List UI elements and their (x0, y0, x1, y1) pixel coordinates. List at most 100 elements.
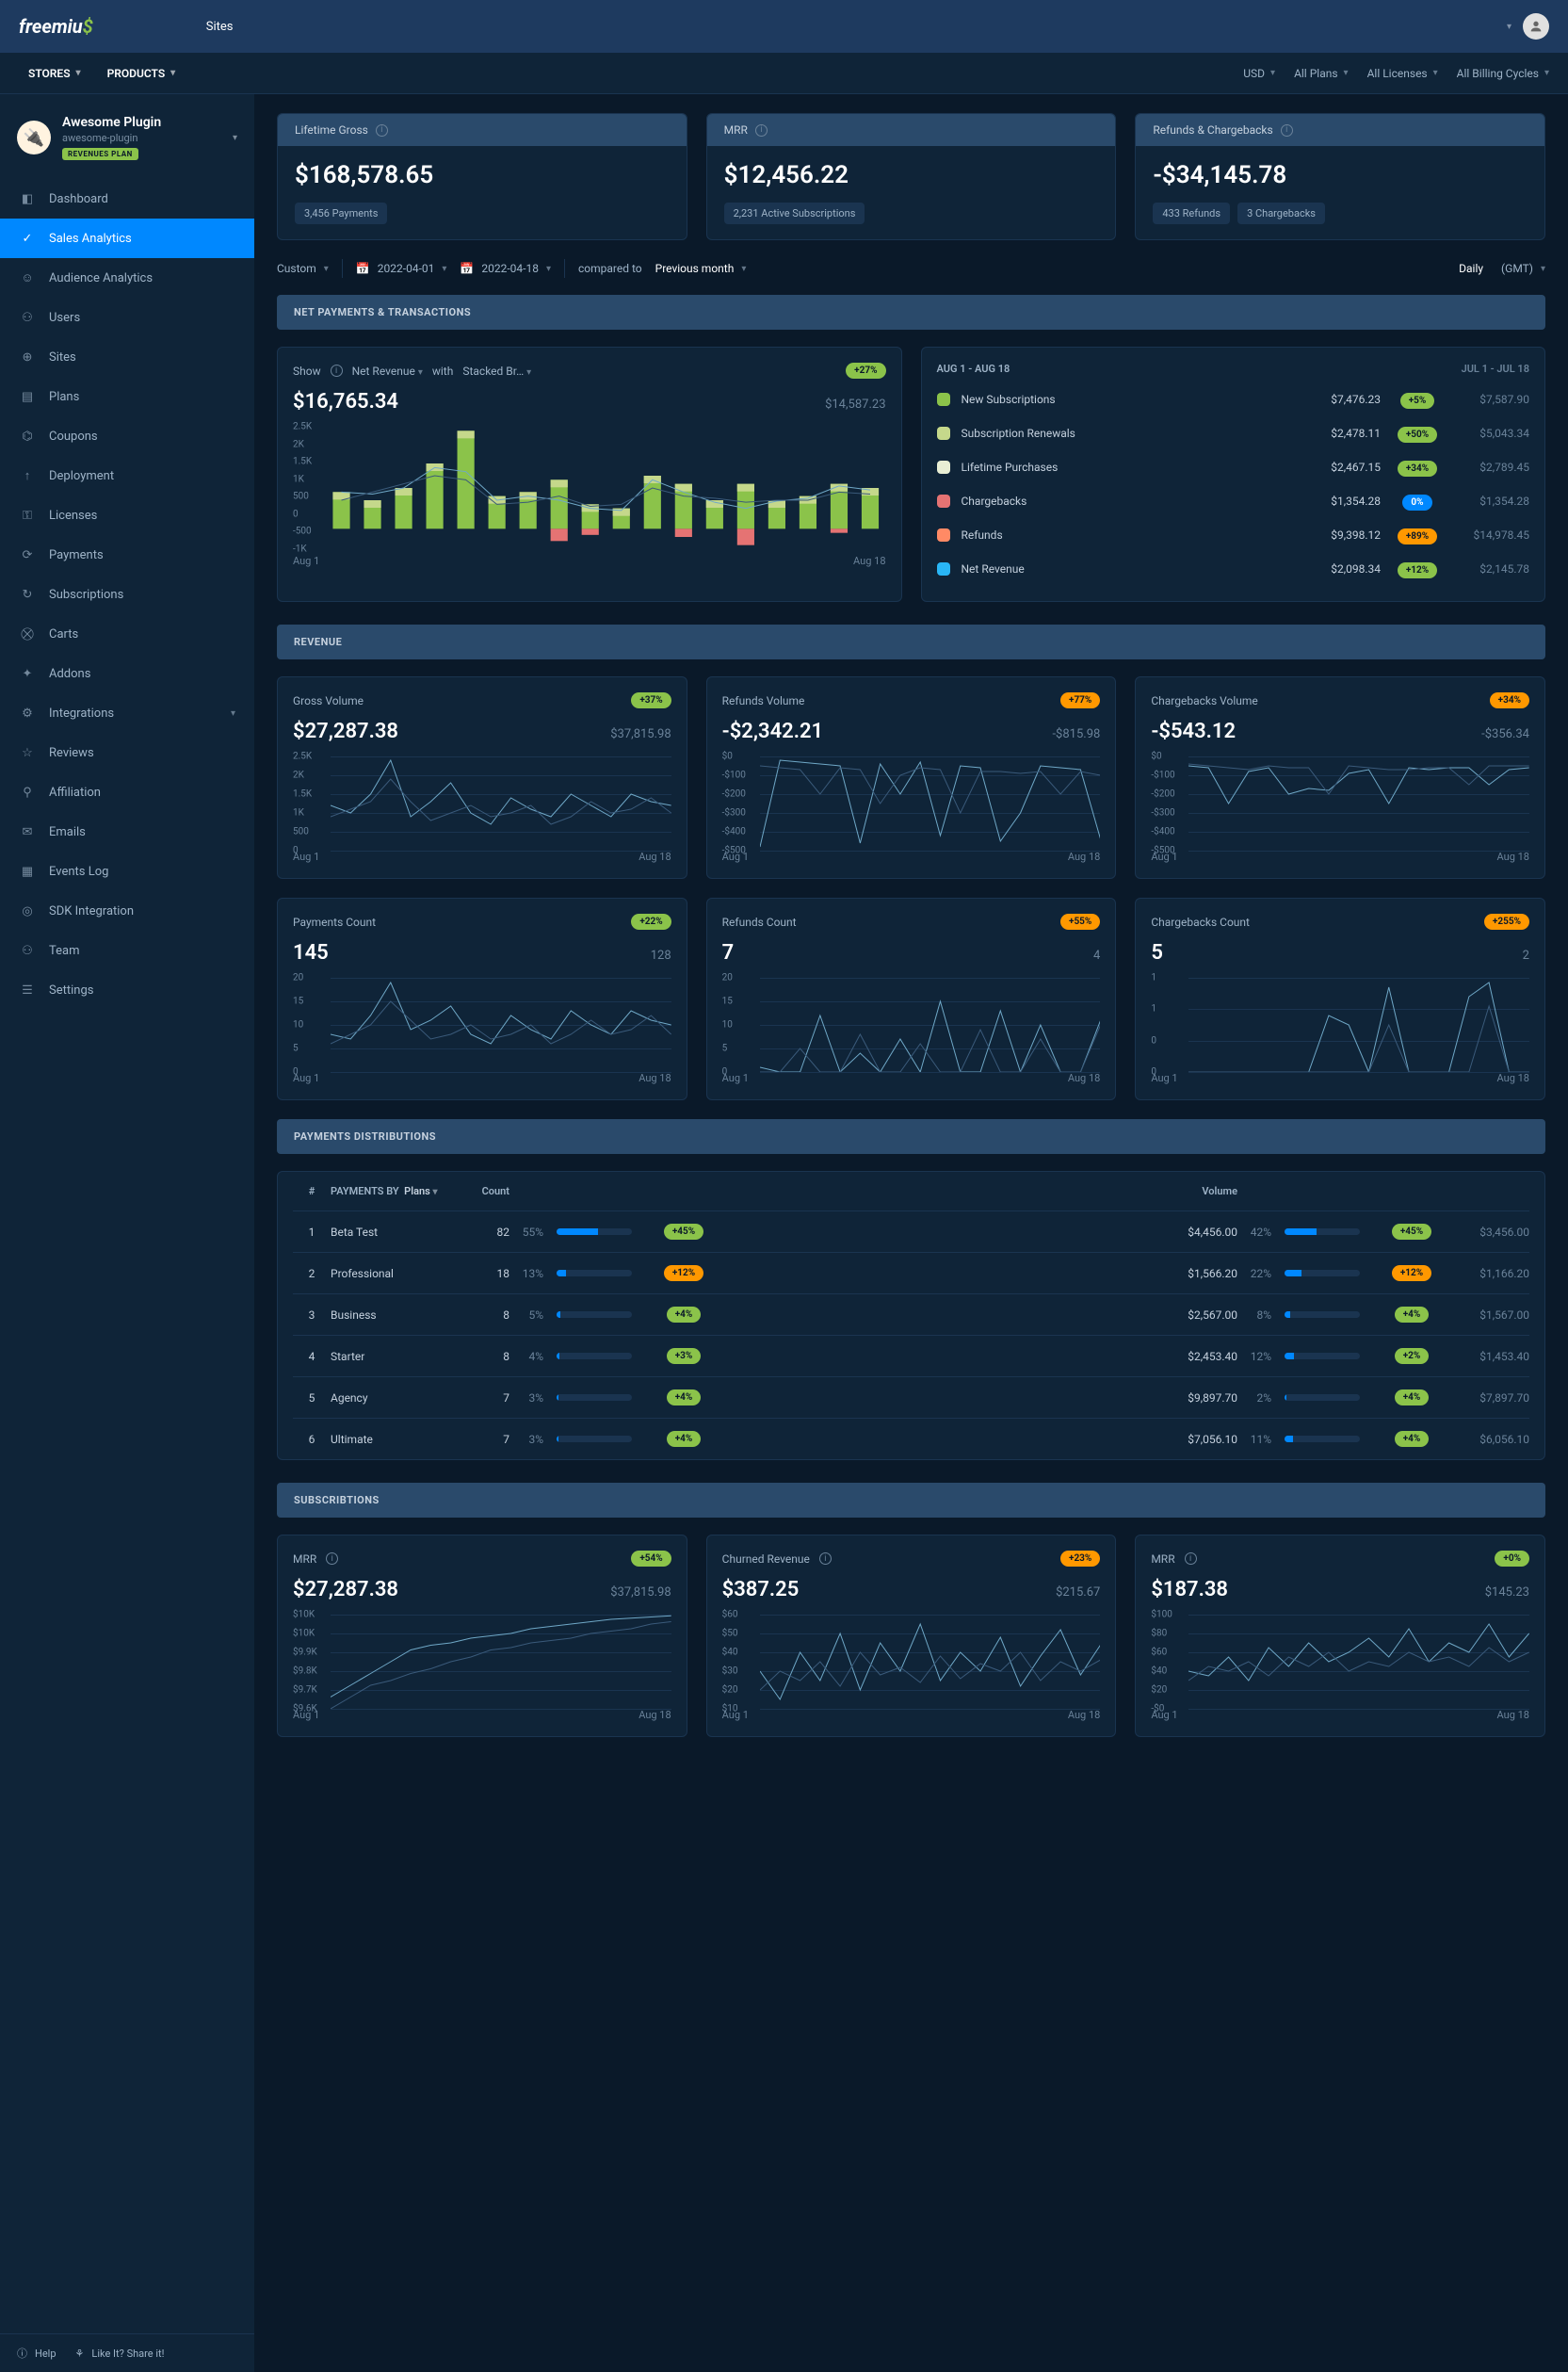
nav-icon: ↑ (19, 467, 36, 484)
nav-sales-analytics[interactable]: ✓Sales Analytics (0, 219, 254, 258)
info-icon[interactable]: i (331, 365, 343, 377)
sidebar: 🔌 Awesome Plugin awesome-plugin REVENUES… (0, 0, 254, 2372)
kpi-row: Lifetime Grossi $168,578.65 3,456 Paymen… (277, 113, 1545, 240)
row-value: $2,478.11 (1296, 427, 1381, 440)
info-icon[interactable]: i (755, 124, 768, 137)
nav-label: Users (49, 311, 80, 325)
chevron-down-icon: ▾ (233, 133, 237, 143)
change-pill: +77% (1060, 692, 1100, 708)
volume-bar (1285, 1270, 1360, 1276)
nav-icon: ◧ (19, 190, 36, 207)
compare-period[interactable]: Previous month▾ (655, 262, 747, 275)
card-title: Chargebacks Count (1151, 916, 1250, 929)
avatar[interactable] (1523, 13, 1549, 40)
share-icon: ⚘ (75, 2348, 85, 2360)
row-value: $7,476.23 (1296, 393, 1381, 406)
share-link[interactable]: ⚘Like It? Share it! (75, 2346, 165, 2361)
nav-licenses[interactable]: ⚿Licenses (0, 496, 254, 535)
nav-emails[interactable]: ✉Emails (0, 812, 254, 852)
breakdown-row: New Subscriptions $7,476.23 +5% $7,587.9… (937, 382, 1530, 416)
breakdown-row: Chargebacks $1,354.28 0% $1,354.28 (937, 484, 1530, 518)
nav-addons[interactable]: ✦Addons (0, 654, 254, 693)
change-pill: +4% (1395, 1389, 1430, 1405)
show-label: Show (293, 365, 321, 378)
change-pill: +34% (1490, 692, 1529, 708)
card-value: $27,287.38 (293, 1578, 398, 1601)
nav-carts[interactable]: ⛒Carts (0, 614, 254, 654)
nav-icon: ⛒ (19, 625, 36, 642)
info-icon[interactable]: i (1185, 1552, 1197, 1565)
nav-reviews[interactable]: ☆Reviews (0, 733, 254, 772)
help-icon: ⓘ (17, 2346, 27, 2361)
nav-affiliation[interactable]: ⚲Affiliation (0, 772, 254, 812)
nav-plans[interactable]: ▤Plans (0, 377, 254, 416)
style-select[interactable]: Stacked Br… ▾ (462, 365, 531, 378)
help-link[interactable]: ⓘHelp (17, 2346, 57, 2361)
nav-dashboard[interactable]: ◧Dashboard (0, 179, 254, 219)
nav-subscriptions[interactable]: ↻Subscriptions (0, 575, 254, 614)
nav-icon: ⌬ (19, 428, 36, 445)
count-bar (557, 1311, 632, 1318)
kpi-value: -$34,145.78 (1153, 161, 1528, 189)
card-value: $187.38 (1151, 1578, 1228, 1601)
info-icon[interactable]: i (376, 124, 388, 137)
date-to[interactable]: 📅2022-04-18▾ (460, 262, 551, 275)
kpi-badge: 2,231 Active Subscriptions (724, 203, 865, 224)
metric-card: Chargebacks Volume+34% -$543.12-$356.34 … (1135, 676, 1545, 879)
logo[interactable]: freemiu$ (19, 15, 93, 38)
plan-name: Business (331, 1308, 462, 1322)
period-prev: JUL 1 - JUL 18 (1462, 363, 1529, 375)
nav-events-log[interactable]: ▦Events Log (0, 852, 254, 891)
nav-integrations[interactable]: ⚙Integrations▾ (0, 693, 254, 733)
kpi-badge: 3 Chargebacks (1237, 203, 1325, 224)
compared-label: compared to (578, 262, 642, 275)
info-icon[interactable]: i (1281, 124, 1293, 137)
group-by-select[interactable]: Plans ▾ (404, 1185, 437, 1197)
card-value: 7 (722, 941, 735, 965)
products-dropdown[interactable]: PRODUCTS▾ (98, 61, 186, 86)
nav-icon: ⚙ (19, 705, 36, 722)
range-preset[interactable]: Custom▾ (277, 262, 329, 275)
kpi-badge: 433 Refunds (1153, 203, 1230, 224)
currency-filter[interactable]: USD▾ (1243, 67, 1275, 80)
change-pill: +4% (1395, 1307, 1430, 1323)
chevron-down-icon[interactable]: ▾ (1507, 22, 1511, 32)
change-pill: +55% (1060, 914, 1100, 930)
nav-icon: ⚲ (19, 784, 36, 801)
granularity[interactable]: Daily (GMT)▾ (1459, 262, 1545, 275)
nav-coupons[interactable]: ⌬Coupons (0, 416, 254, 456)
product-switcher[interactable]: 🔌 Awesome Plugin awesome-plugin REVENUES… (0, 104, 254, 171)
volume-bar (1285, 1311, 1360, 1318)
dist-row: 5 Agency 7 3% +4% $9,897.70 2% +4% $7,89… (293, 1377, 1529, 1419)
nav-sites[interactable]: ⊕Sites (0, 337, 254, 377)
change-pill: +4% (667, 1307, 702, 1323)
nav-sdk-integration[interactable]: ◎SDK Integration (0, 891, 254, 931)
row-compare: $1,354.28 (1454, 495, 1529, 508)
change-pill: +54% (631, 1551, 671, 1567)
dist-row: 3 Business 8 5% +4% $2,567.00 8% +4% $1,… (293, 1294, 1529, 1336)
info-icon[interactable]: i (326, 1552, 338, 1565)
licenses-filter[interactable]: All Licenses▾ (1367, 67, 1438, 80)
plans-filter[interactable]: All Plans▾ (1294, 67, 1349, 80)
nav-deployment[interactable]: ↑Deployment (0, 456, 254, 496)
count-bar (557, 1270, 632, 1276)
dist-row: 4 Starter 8 4% +3% $2,453.40 12% +2% $1,… (293, 1336, 1529, 1377)
info-icon[interactable]: i (819, 1552, 832, 1565)
main: Lifetime Grossi $168,578.65 3,456 Paymen… (254, 0, 1568, 2372)
card-compare: -$356.34 (1481, 727, 1529, 741)
section-revenue: REVENUE (277, 625, 1545, 659)
nav-audience-analytics[interactable]: ☺Audience Analytics (0, 258, 254, 298)
cycles-filter[interactable]: All Billing Cycles▾ (1457, 67, 1549, 80)
stores-dropdown[interactable]: STORES▾ (19, 61, 90, 86)
plan-name: Agency (331, 1391, 462, 1405)
row-compare: $7,587.90 (1454, 393, 1529, 406)
product-icon: 🔌 (17, 121, 51, 154)
date-from[interactable]: 📅2022-04-01▾ (356, 262, 447, 275)
nav-users[interactable]: ⚇Users (0, 298, 254, 337)
metric-select[interactable]: Net Revenue ▾ (352, 365, 423, 378)
nav-team[interactable]: ⚇Team (0, 931, 254, 970)
nav-payments[interactable]: ⟳Payments (0, 535, 254, 575)
nav-settings[interactable]: ☰Settings (0, 970, 254, 1010)
topbar-tab-sites[interactable]: Sites (206, 20, 234, 34)
metric-card: Refunds Volume+77% -$2,342.21-$815.98 $0… (706, 676, 1117, 879)
